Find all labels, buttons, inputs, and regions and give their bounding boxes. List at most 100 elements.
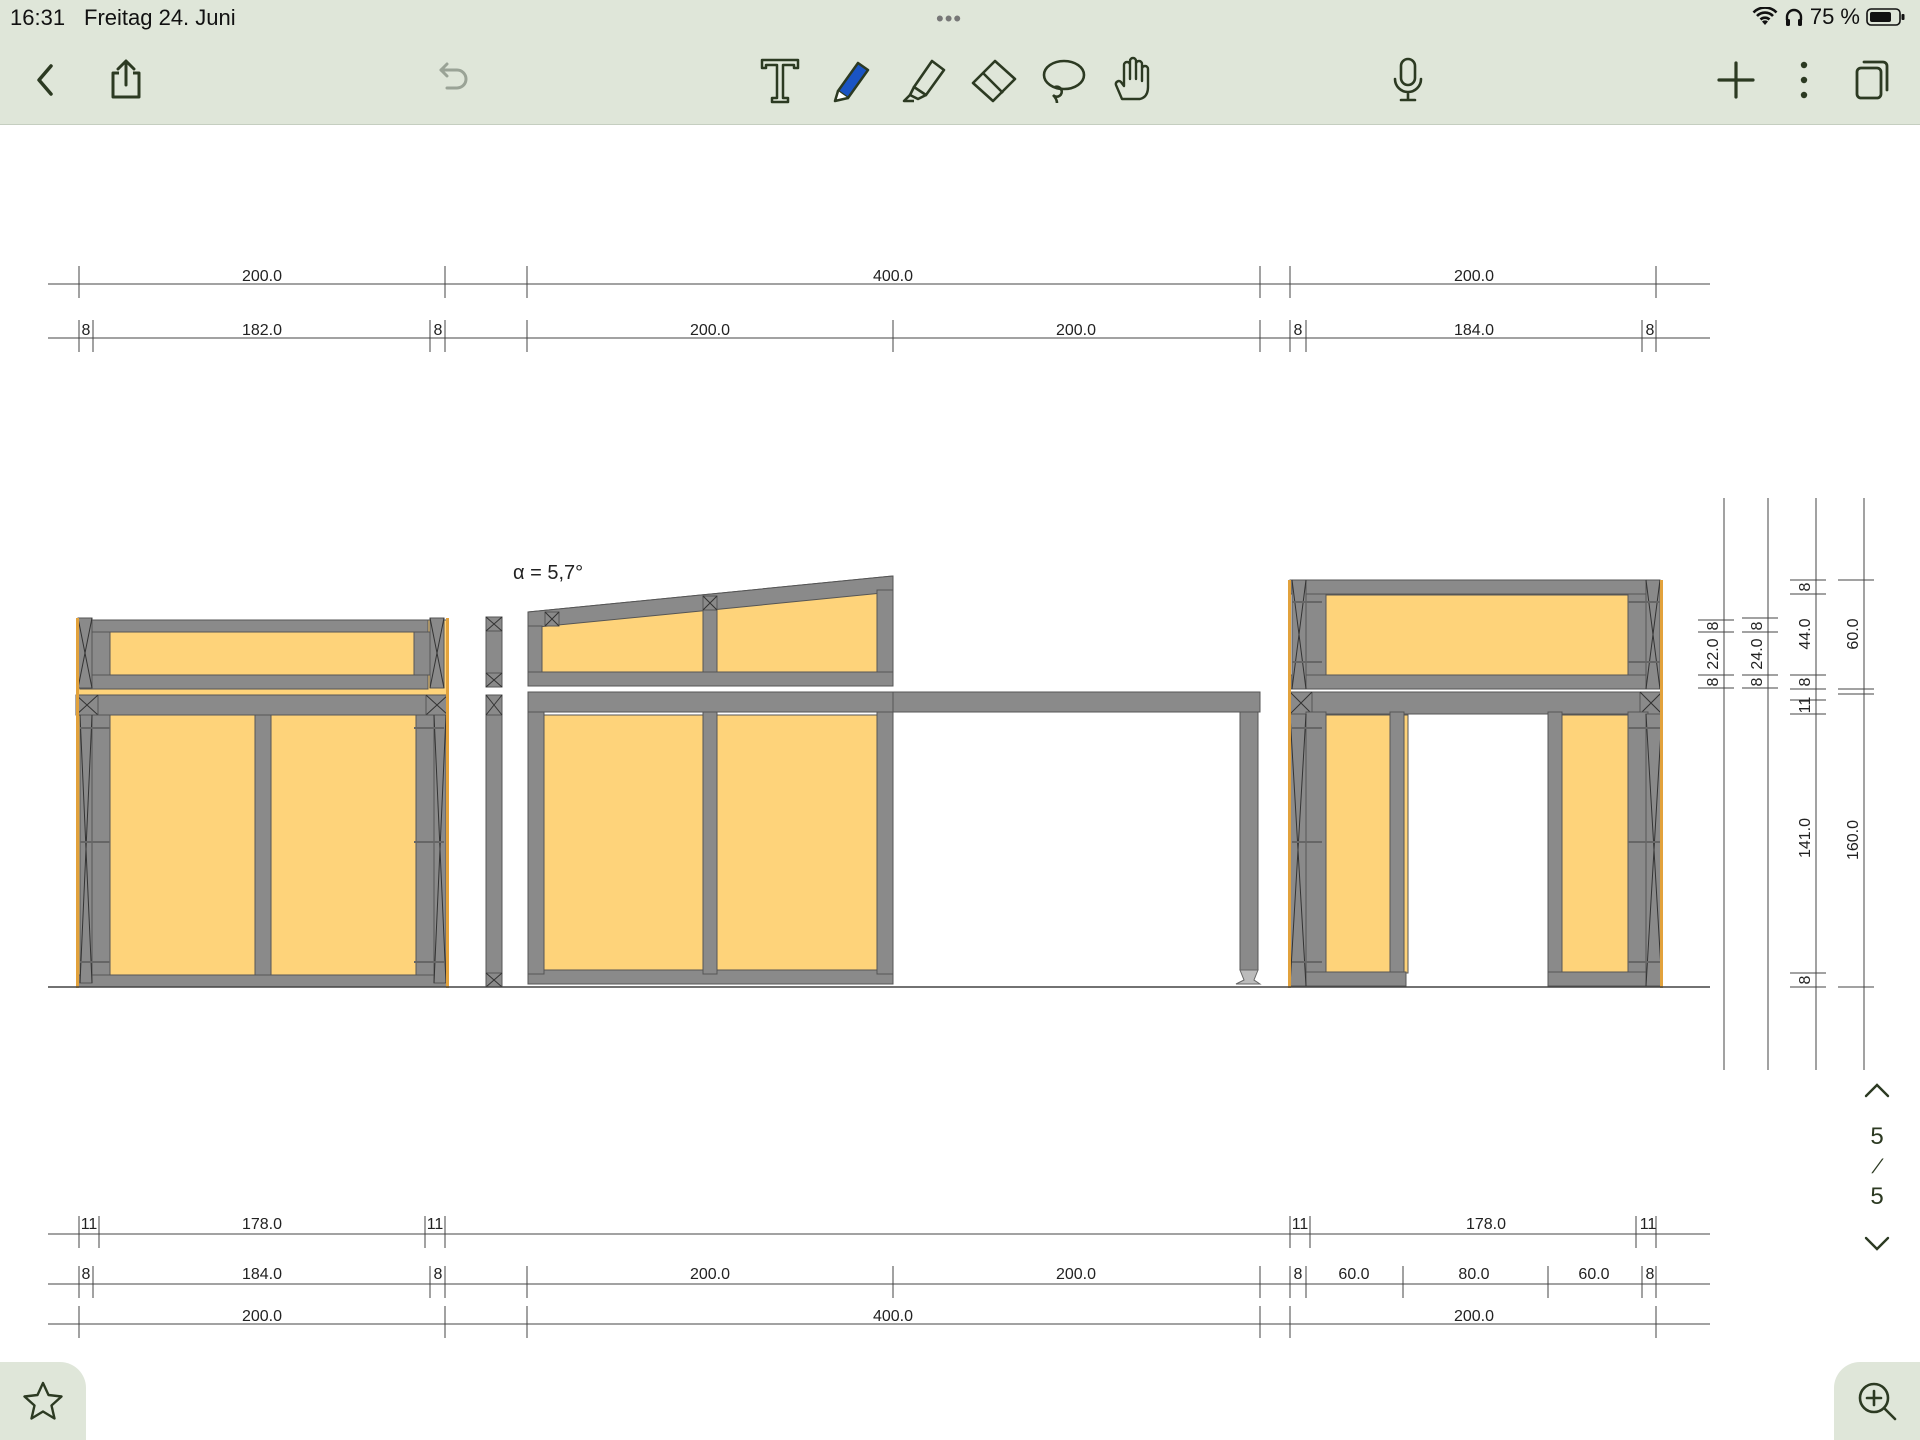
dimension-label: 60.0 [1845,618,1862,649]
edge-strip [1660,580,1663,988]
timber-beam [876,711,894,975]
headphones-icon [1785,8,1803,26]
insulation-panel [99,629,421,676]
dimension-label: 184.0 [242,1266,282,1283]
timber-beam [702,601,718,673]
dimension-label: 200.0 [1454,268,1494,285]
timber-beam [1289,674,1661,690]
text-tool-icon[interactable] [754,54,806,106]
timber-beam [702,711,718,975]
dimension-label: 8 [1797,677,1814,686]
dimension-label: 24.0 [1749,638,1766,669]
dimension-label: 8 [1705,621,1722,630]
dimension-label: 8 [1294,1266,1303,1283]
drawing-canvas[interactable]: α = 5,7° 200.0 400.0 200.0 8 182.0 8 200.0 200.0… [0,125,1920,1365]
dimension-label: 8 [1294,322,1303,339]
timber-beam [1305,971,1407,987]
status-date: Freitag 24. Juni [84,5,236,30]
dimension-label: 160.0 [1845,820,1862,860]
timber-beam [527,711,545,975]
dimension-label: 8 [82,322,91,339]
zoom-in-icon [1858,1382,1897,1421]
multitasking-dots[interactable]: ••• [936,6,962,32]
add-icon[interactable] [1710,54,1762,106]
dimension-label: 11 [81,1216,98,1233]
dimension-label: 8 [82,1266,91,1283]
dimension-label: 200.0 [1056,322,1096,339]
total-pages: 5 [1870,1183,1884,1210]
chevron-down-icon[interactable] [1862,1234,1892,1254]
timber-beam [79,619,429,633]
timber-beam [1289,579,1661,595]
eraser-icon[interactable] [968,54,1020,106]
timber-beam [1547,711,1563,975]
hand-tool-icon[interactable] [1106,54,1158,106]
lasso-icon[interactable] [1038,54,1090,106]
current-page: 5 [1870,1123,1884,1150]
timber-beam [876,589,894,673]
timber-beam [89,714,111,976]
dimension-label: 22.0 [1705,638,1722,669]
edge-strip [1288,580,1291,988]
edge-strip [446,618,449,988]
dimension-label: 80.0 [1458,1266,1489,1283]
more-icon[interactable] [1778,54,1830,106]
dimension-label: 8 [1646,322,1655,339]
timber-beam [527,625,543,673]
timber-beam [415,714,437,976]
battery-percent: 75 % [1809,4,1860,29]
dimension-label: 400.0 [873,268,913,285]
star-icon [23,1381,63,1420]
timber-beam [892,691,1261,713]
dimension-label: 8 [1749,621,1766,630]
dimension-label: 184.0 [1454,322,1494,339]
timber-beam [1547,971,1659,987]
dimension-label: 141.0 [1797,818,1814,858]
edge-strip [76,618,79,988]
dimension-label: 8 [434,322,443,339]
undo-icon[interactable] [426,54,478,106]
dimension-label: 200.0 [242,268,282,285]
page-separator: / [1869,1156,1885,1178]
dimension-label: 11 [1797,697,1814,714]
timber-beam [79,674,429,690]
timber-beam [77,694,449,716]
favorite-button[interactable] [0,1362,86,1440]
chevron-up-icon[interactable] [1862,1080,1892,1100]
timber-beam [1389,711,1405,975]
dimension-label: 8 [1749,677,1766,686]
dimension-label: 11 [1640,1216,1657,1233]
wall-elevations [48,575,1710,988]
status-bar: 16:31 Freitag 24. Juni ••• 75 % [0,0,1920,36]
dimension-label: 200.0 [1454,1308,1494,1325]
dimension-label: 44.0 [1797,618,1814,649]
back-icon[interactable] [20,54,72,106]
timber-beam [527,671,894,687]
timber-beam [77,974,449,988]
zoom-button[interactable] [1834,1362,1920,1440]
dimension-label: 8 [1797,582,1814,591]
dimension-label: 11 [1292,1216,1309,1233]
microphone-icon[interactable] [1382,54,1434,106]
timber-beam [485,694,503,988]
timber-beam [254,714,272,976]
pages-icon[interactable] [1846,54,1898,106]
share-icon[interactable] [100,54,152,106]
elevation-drawing: α = 5,7° 200.0 400.0 200.0 8 182.0 8 200.0 200.0… [48,266,1874,1338]
pen-tool-icon[interactable] [826,54,878,106]
timber-beam [1289,691,1661,715]
dimension-label: 8 [1797,975,1814,984]
dimension-label: 200.0 [690,322,730,339]
dimension-label: 200.0 [1056,1266,1096,1283]
status-indicators: 75 % [1752,4,1906,30]
dimension-label: 200.0 [690,1266,730,1283]
post-foot [1235,969,1262,985]
highlighter-icon[interactable] [898,54,950,106]
dimension-label: 11 [427,1216,444,1233]
timber-beam [1239,711,1259,971]
insulation-panel [1317,594,1631,676]
page-navigator: 5 / 5 [1852,1080,1902,1254]
dimension-label: 178.0 [242,1216,282,1233]
dimension-label: 178.0 [1466,1216,1506,1233]
dimension-label: 8 [1646,1266,1655,1283]
